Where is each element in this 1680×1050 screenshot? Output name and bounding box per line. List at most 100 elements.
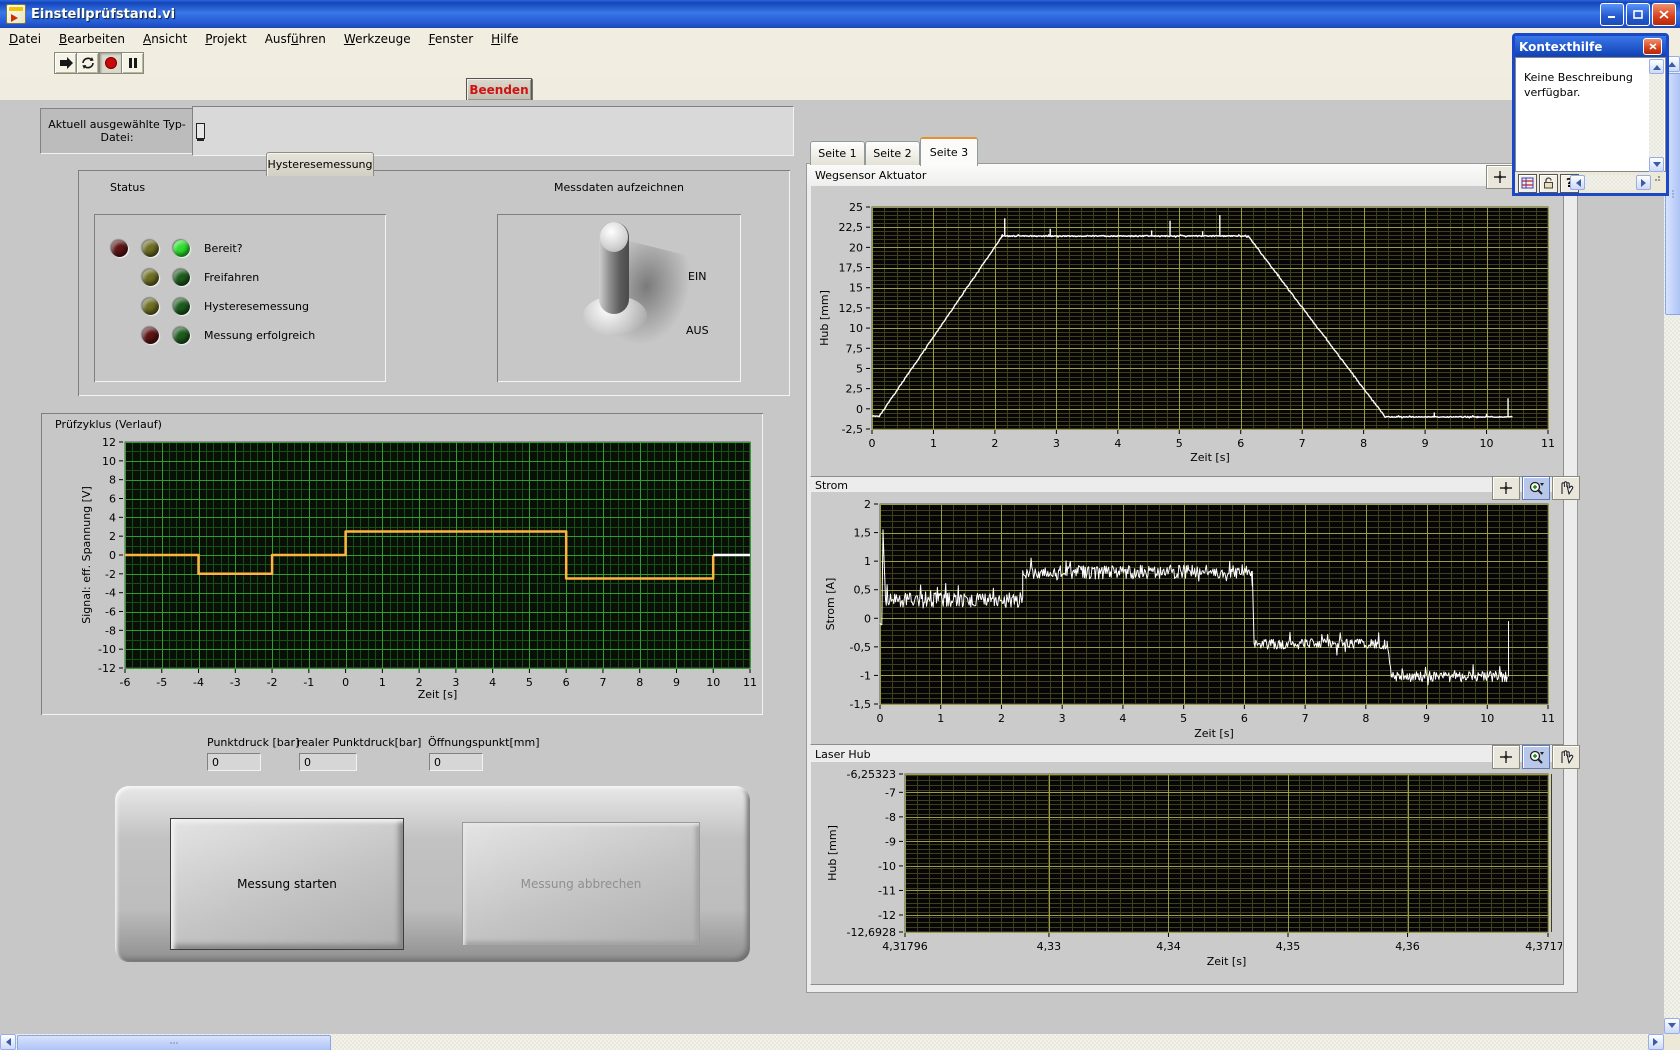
zoom-icon[interactable] [1522, 476, 1550, 500]
restore-button[interactable] [1626, 3, 1650, 26]
kontexthilfe-hscroll-track[interactable] [1585, 175, 1636, 190]
svg-text:0: 0 [109, 549, 116, 562]
menu-item-ansicht[interactable]: Ansicht [134, 30, 196, 48]
menu-item-hilfe[interactable]: Hilfe [482, 30, 527, 48]
svg-text:8: 8 [109, 474, 116, 487]
scroll-left-icon[interactable] [0, 1034, 16, 1050]
svg-text:9: 9 [673, 676, 680, 689]
svg-text:-12: -12 [878, 909, 896, 922]
svg-text:Zeit [s]: Zeit [s] [1194, 727, 1233, 740]
svg-text:7,5: 7,5 [846, 342, 864, 355]
lock-icon[interactable] [1539, 174, 1558, 193]
main-tab-strip: Typ-Datei konfigurierenEinstellen / Mont… [0, 75, 1680, 100]
svg-text:6: 6 [109, 493, 116, 506]
kontexthilfe-scroll-left-icon[interactable] [1570, 175, 1585, 190]
tab-hysteresemessung[interactable]: Hysteresemessung [266, 152, 374, 176]
page-tab-3[interactable]: Seite 3 [920, 137, 978, 166]
svg-text:-2: -2 [267, 676, 278, 689]
pan-hand-icon[interactable] [1552, 745, 1580, 769]
minimize-button[interactable] [1600, 3, 1624, 26]
menu-item-ausführen[interactable]: Ausführen [256, 30, 335, 48]
vi-toolbar [0, 50, 1680, 76]
connector-pane-icon[interactable] [1518, 174, 1537, 193]
menu-item-werkzeuge[interactable]: Werkzeuge [335, 30, 420, 48]
graph-cursor-icon[interactable] [1492, 476, 1520, 500]
menu-item-datei[interactable]: Datei [0, 30, 50, 48]
kontexthilfe-vscrollbar[interactable] [1649, 59, 1664, 172]
close-button[interactable] [1652, 3, 1676, 26]
svg-text:17,5: 17,5 [839, 262, 864, 275]
svg-text:-0,5: -0,5 [850, 641, 871, 654]
svg-text:1: 1 [379, 676, 386, 689]
status-row: Freifahren [94, 263, 386, 292]
laserhub-chart[interactable]: -6,25323-7-8-9-10-11-12-12,69284,317964,… [810, 761, 1562, 983]
messung-starten-button[interactable]: Messung starten [170, 818, 404, 950]
svg-text:2: 2 [864, 498, 871, 511]
kontexthilfe-scroll-down-icon[interactable] [1649, 157, 1664, 172]
pruefzyklus-chart[interactable]: 121086420-2-4-6-8-10-12-6-5-4-3-2-101234… [48, 432, 758, 710]
horizontal-scroll-thumb[interactable] [17, 1035, 331, 1050]
menu-item-projekt[interactable]: Projekt [196, 30, 255, 48]
svg-text:2,5: 2,5 [846, 383, 864, 396]
svg-text:Zeit [s]: Zeit [s] [1190, 451, 1229, 464]
labview-window: Einstellprüfstand.vi DateiBearbeitenAnsi… [0, 0, 1680, 1050]
messdaten-toggle-switch[interactable] [599, 222, 629, 314]
svg-text:-6: -6 [120, 676, 131, 689]
graph-cursor-icon[interactable] [1492, 745, 1520, 769]
menu-item-bearbeiten[interactable]: Bearbeiten [50, 30, 134, 48]
vertical-scrollbar[interactable] [1664, 56, 1680, 1034]
pan-hand-icon[interactable] [1552, 476, 1580, 500]
svg-text:-7: -7 [885, 786, 896, 799]
svg-text:5: 5 [1180, 712, 1187, 725]
svg-text:9: 9 [1423, 712, 1430, 725]
zoom-icon[interactable] [1522, 745, 1550, 769]
svg-text:10: 10 [102, 455, 116, 468]
strom-chart[interactable]: 21,510,50-0,5-1-1,501234567891011Zeit [s… [810, 491, 1562, 743]
status-label: Freifahren [204, 271, 259, 284]
toggle-on-label: EIN [688, 270, 706, 283]
svg-text:4: 4 [489, 676, 496, 689]
beenden-button[interactable]: Beenden [466, 78, 532, 101]
svg-text:4,35: 4,35 [1276, 940, 1301, 953]
led-dark-red [111, 240, 128, 257]
pause-icon[interactable] [121, 52, 144, 74]
wegsensor-chart[interactable]: 2522,52017,51512,5107,552,50-2,501234567… [810, 185, 1562, 475]
abort-icon[interactable] [99, 52, 122, 74]
run-icon[interactable] [54, 52, 77, 74]
svg-text:Strom [A]: Strom [A] [824, 578, 837, 631]
led-dark-green [173, 298, 190, 315]
run-continuous-icon[interactable] [76, 52, 99, 74]
kontexthilfe-scroll-right-icon[interactable] [1636, 175, 1651, 190]
status-label: Messung erfolgreich [204, 329, 315, 342]
svg-text:-8: -8 [105, 624, 116, 637]
svg-text:10: 10 [1480, 437, 1494, 450]
page-tab-2[interactable]: Seite 2 [865, 141, 920, 165]
typ-datei-path-field[interactable] [192, 106, 794, 156]
led-bright-green [173, 240, 190, 257]
pruefzyklus-title: Prüfzyklus (Verlauf) [55, 418, 162, 431]
horizontal-scrollbar[interactable] [0, 1034, 1664, 1050]
svg-text:8: 8 [636, 676, 643, 689]
resize-grip-icon[interactable] [1655, 179, 1657, 181]
kontexthilfe-window[interactable]: Kontexthilfe Keine Beschreibung verfügba… [1512, 33, 1669, 196]
svg-text:11: 11 [1541, 437, 1555, 450]
svg-text:1: 1 [864, 555, 871, 568]
kontexthilfe-close-icon[interactable] [1643, 38, 1662, 55]
status-label: Hysteresemessung [204, 300, 309, 313]
graph-cursor-icon[interactable] [1486, 165, 1514, 189]
title-bar[interactable]: Einstellprüfstand.vi [0, 0, 1680, 28]
svg-text:-4: -4 [105, 587, 116, 600]
menu-item-fenster[interactable]: Fenster [420, 30, 483, 48]
kontexthilfe-title-bar[interactable]: Kontexthilfe [1515, 36, 1666, 57]
svg-text:-10: -10 [98, 643, 116, 656]
page-tab-1[interactable]: Seite 1 [810, 141, 865, 165]
kontexthilfe-scroll-up-icon[interactable] [1649, 59, 1664, 74]
svg-text:-1: -1 [303, 676, 314, 689]
svg-text:3: 3 [1053, 437, 1060, 450]
status-row: Hysteresemessung [94, 292, 386, 321]
scroll-down-icon[interactable] [1664, 1018, 1680, 1034]
led-dark-green [173, 269, 190, 286]
svg-text:2: 2 [109, 530, 116, 543]
scroll-right-icon[interactable] [1648, 1034, 1664, 1050]
svg-text:-10: -10 [878, 860, 896, 873]
